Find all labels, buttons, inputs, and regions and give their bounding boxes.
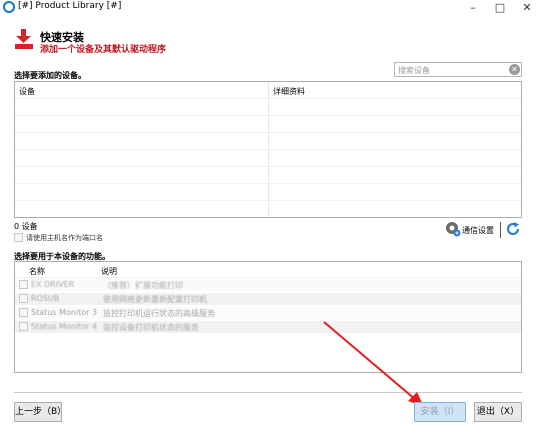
feature-checkbox[interactable] [19, 294, 28, 303]
minimize-button[interactable]: – [460, 0, 486, 16]
feature-name: Status Monitor 3 [31, 308, 98, 317]
feature-row[interactable]: EX DRIVER （推荐）扩展功能打印 [15, 279, 521, 291]
row-divider [15, 115, 521, 116]
row-divider [15, 149, 521, 150]
install-button[interactable]: 安装（I） [414, 402, 466, 422]
feature-desc-header[interactable]: 说明 [101, 266, 117, 277]
feature-name: EX DRIVER [31, 280, 75, 289]
device-column-header[interactable]: 设备 [19, 86, 35, 97]
feature-row[interactable]: ROSUB 使用网络更新重新配置打印机 [15, 293, 521, 305]
search-input[interactable]: 搜索设备 ✕ [394, 62, 522, 77]
feature-checkbox[interactable] [19, 280, 28, 289]
close-button[interactable]: ✕ [514, 0, 540, 16]
feature-name: Status Monitor 4 [31, 322, 98, 331]
footer-divider [14, 392, 522, 393]
hostname-checkbox[interactable] [14, 233, 23, 242]
window-title: [#] Product Library [#] [18, 1, 122, 11]
feature-checkbox[interactable] [19, 308, 28, 317]
row-divider [15, 183, 521, 184]
device-list[interactable]: 设备 详细资料 [14, 81, 522, 218]
feature-list[interactable]: 名称 说明 EX DRIVER （推荐）扩展功能打印 ROSUB 使用网络更新重… [14, 261, 522, 373]
feature-checkbox[interactable] [19, 322, 28, 331]
details-column-header[interactable]: 详细资料 [273, 86, 305, 97]
row-divider [15, 277, 521, 278]
page-subtitle: 添加一个设备及其默认驱动程序 [40, 45, 167, 55]
title-bar: [#] Product Library [#] – □ ✕ [0, 0, 541, 16]
refresh-icon[interactable] [505, 221, 521, 237]
row-divider [15, 200, 521, 201]
feature-name: ROSUB [31, 294, 60, 303]
exit-button[interactable]: 退出（X） [474, 402, 522, 422]
devices-section-label: 选择要添加的设备。 [14, 71, 86, 80]
comm-settings-link[interactable]: 通信设置 [462, 225, 494, 236]
row-divider [15, 132, 521, 133]
feature-description: 监控设备打印机状态的服务 [103, 323, 199, 332]
device-count: 0 设备 [14, 222, 38, 231]
annotation-arrow [320, 318, 430, 410]
back-button[interactable]: 上一步（B） [14, 402, 66, 422]
feature-description: （推荐）扩展功能打印 [103, 281, 183, 290]
maximize-button[interactable]: □ [487, 0, 513, 16]
app-icon [3, 1, 15, 13]
clear-search-icon[interactable]: ✕ [509, 64, 520, 75]
feature-description: 使用网络更新重新配置打印机 [103, 295, 207, 304]
feature-description: 监控打印机运行状态的高级服务 [103, 309, 215, 318]
feature-row[interactable]: Status Monitor 4 监控设备打印机状态的服务 [15, 321, 521, 333]
feature-name-header[interactable]: 名称 [29, 266, 45, 277]
row-divider [15, 166, 521, 167]
feature-row[interactable]: Status Monitor 3 监控打印机运行状态的高级服务 [15, 307, 521, 319]
search-placeholder: 搜索设备 [398, 66, 430, 75]
row-divider [15, 98, 521, 99]
toolbar-separator [500, 222, 501, 238]
download-icon [14, 28, 34, 50]
comm-settings-icon[interactable] [445, 221, 461, 237]
hostname-checkbox-label: 请使用主机名作为端口名 [26, 234, 103, 242]
